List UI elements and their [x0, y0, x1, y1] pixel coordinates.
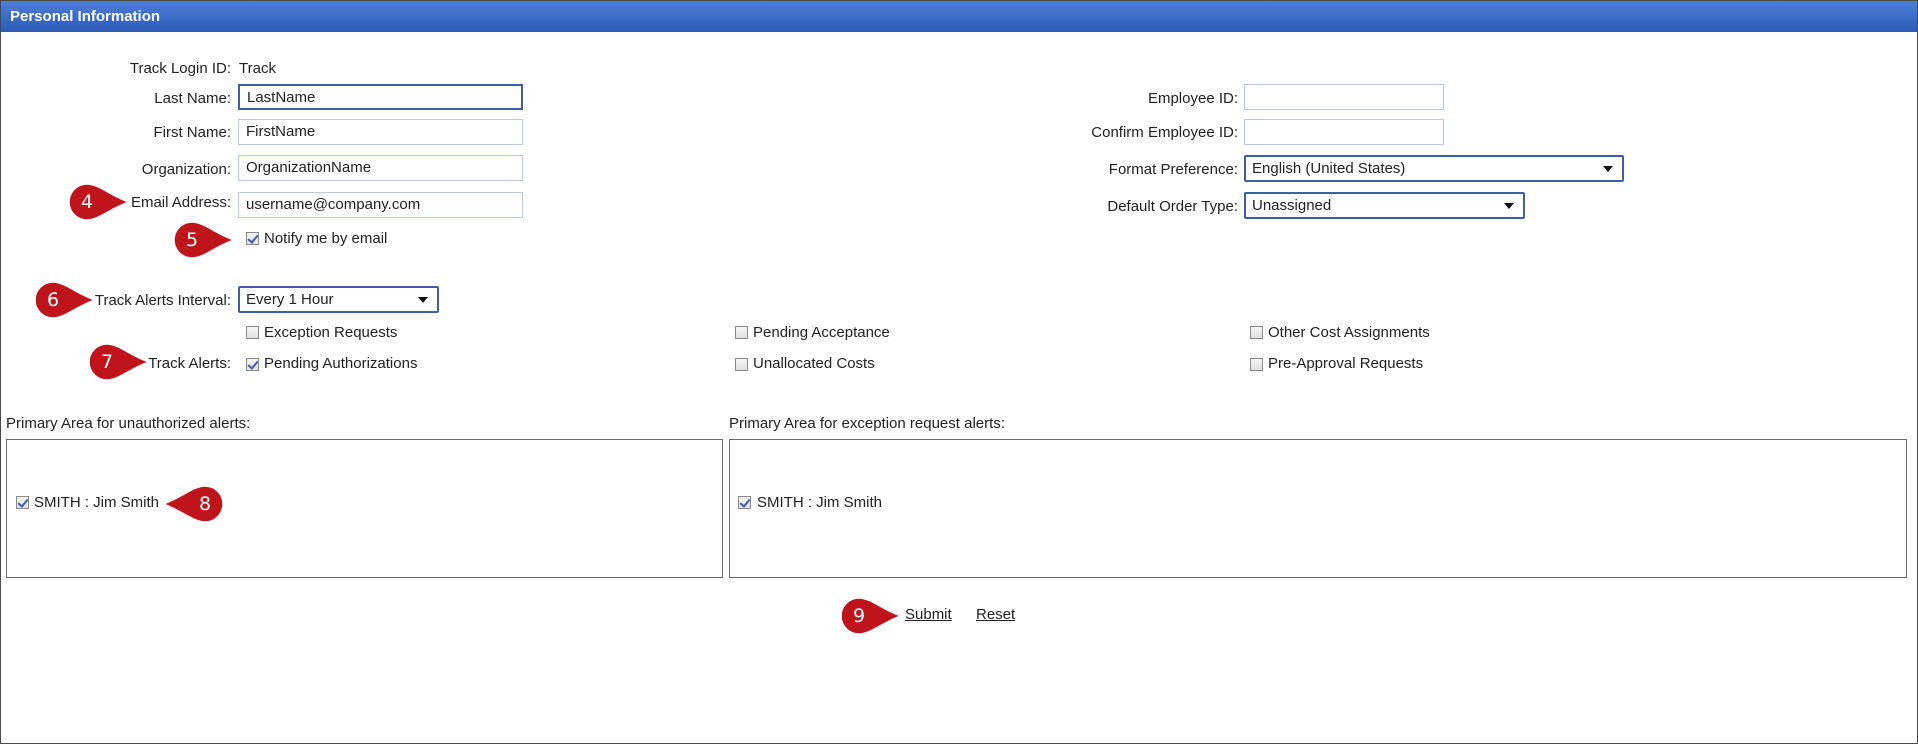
format-preference-select[interactable]: English (United States) — [1244, 155, 1624, 182]
employee-id-label: Employee ID: — [1147, 90, 1238, 107]
pending-acceptance-checkbox[interactable] — [735, 326, 748, 339]
confirm-employee-id-field[interactable] — [1244, 119, 1444, 145]
organization-label: Organization: — [141, 161, 231, 178]
track-alerts-interval-value: Every 1 Hour — [246, 291, 334, 308]
unallocated-costs-checkbox[interactable] — [735, 358, 748, 371]
callout-9-number: 9 — [852, 605, 866, 627]
callout-5-number: 5 — [185, 229, 199, 251]
panel-title: Personal Information — [1, 1, 1917, 32]
employee-id-field[interactable] — [1244, 84, 1444, 110]
format-preference-label: Format Preference: — [1108, 161, 1238, 178]
callout-8-number: 8 — [198, 493, 212, 515]
exception-requests-checkbox[interactable] — [246, 326, 259, 339]
chevron-down-icon — [1603, 166, 1613, 172]
exception-requests-label: Exception Requests — [264, 324, 398, 341]
pre-approval-requests-checkbox[interactable] — [1250, 358, 1263, 371]
email-label: Email Address: — [130, 194, 231, 211]
default-order-type-label: Default Order Type: — [1107, 198, 1238, 215]
callout-7-marker: 7 — [87, 342, 152, 382]
unauthorized-area-item: SMITH : Jim Smith — [34, 494, 160, 511]
exception-area-list: SMITH : Jim Smith — [729, 439, 1907, 578]
unauthorized-area-list: SMITH : Jim Smith — [6, 439, 723, 578]
callout-6-marker: 6 — [33, 280, 98, 320]
first-name-label: First Name: — [153, 124, 231, 141]
organization-field[interactable]: OrganizationName — [238, 155, 523, 181]
callout-7-number: 7 — [100, 351, 114, 373]
last-name-field[interactable]: LastName — [238, 84, 523, 110]
track-alerts-interval-label: Track Alerts Interval: — [94, 292, 231, 309]
exception-area-title: Primary Area for exception request alert… — [729, 415, 1005, 432]
callout-5-marker: 5 — [172, 220, 237, 260]
reset-link[interactable]: Reset — [976, 606, 1015, 623]
pending-authorizations-label: Pending Authorizations — [264, 355, 418, 372]
exception-area-checkbox[interactable] — [738, 496, 751, 509]
pre-approval-requests-label: Pre-Approval Requests — [1268, 355, 1424, 372]
track-alerts-label: Track Alerts: — [148, 355, 231, 372]
email-field[interactable]: username@company.com — [238, 192, 523, 218]
chevron-down-icon — [1504, 203, 1514, 209]
other-cost-assignments-label: Other Cost Assignments — [1268, 324, 1430, 341]
pending-acceptance-label: Pending Acceptance — [753, 324, 890, 341]
pending-authorizations-checkbox[interactable] — [246, 358, 259, 371]
format-preference-value: English (United States) — [1252, 160, 1406, 177]
default-order-type-select[interactable]: Unassigned — [1244, 192, 1525, 219]
unallocated-costs-label: Unallocated Costs — [753, 355, 875, 372]
notify-email-checkbox[interactable] — [246, 232, 259, 245]
default-order-type-value: Unassigned — [1252, 197, 1332, 214]
callout-9-marker: 9 — [839, 596, 904, 636]
personal-information-panel: Personal Information Track Login ID: Tra… — [0, 0, 1918, 744]
first-name-field[interactable]: FirstName — [238, 119, 523, 145]
callout-4-marker: 4 — [67, 182, 132, 222]
track-login-label: Track Login ID: — [129, 60, 231, 77]
submit-link[interactable]: Submit — [905, 606, 952, 623]
callout-6-number: 6 — [46, 289, 60, 311]
callout-8-marker: 8 — [160, 484, 225, 524]
last-name-label: Last Name: — [154, 90, 231, 107]
track-alerts-interval-select[interactable]: Every 1 Hour — [238, 286, 439, 313]
unauthorized-area-title: Primary Area for unauthorized alerts: — [6, 415, 251, 432]
callout-4-number: 4 — [80, 191, 94, 213]
confirm-employee-id-label: Confirm Employee ID: — [1091, 124, 1238, 141]
notify-email-label: Notify me by email — [264, 230, 388, 247]
exception-area-item: SMITH : Jim Smith — [757, 494, 883, 511]
unauthorized-area-checkbox[interactable] — [16, 496, 29, 509]
track-login-value: Track — [239, 60, 276, 77]
other-cost-assignments-checkbox[interactable] — [1250, 326, 1263, 339]
chevron-down-icon — [418, 297, 428, 303]
